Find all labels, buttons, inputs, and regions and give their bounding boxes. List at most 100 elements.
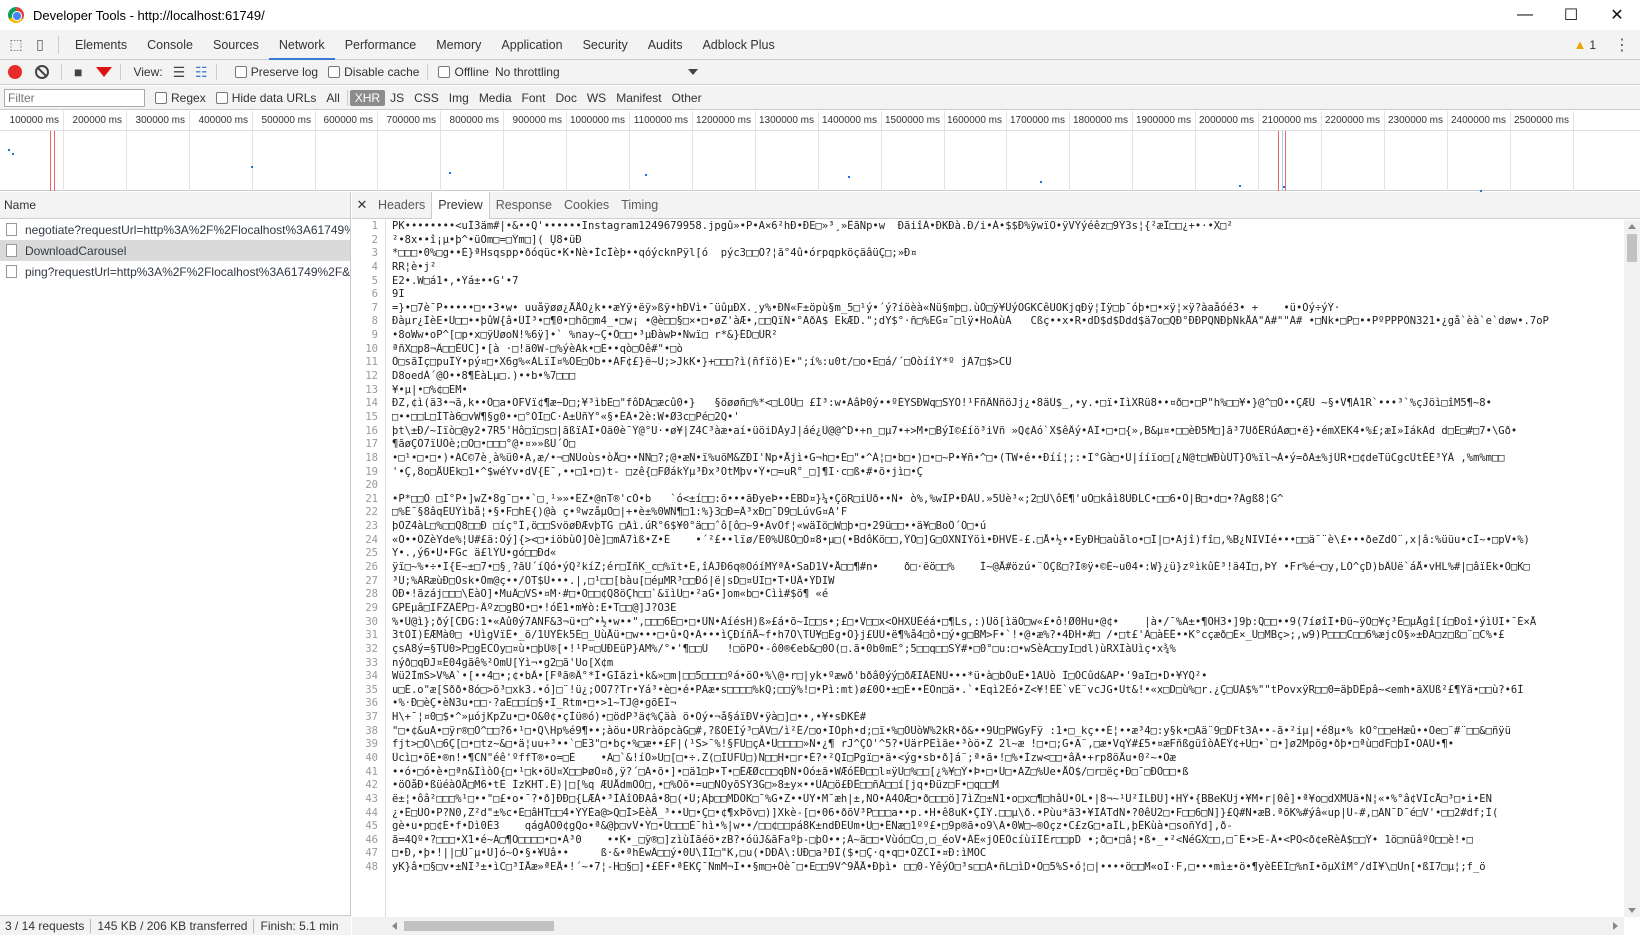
throttling-select[interactable]: No throttling — [495, 65, 560, 79]
timeline-tick-label: 1100000 ms — [633, 115, 688, 126]
preview-line: D8oedÀ´@Ö••8¶ÈàLµ□.)••b•%7□□□ — [392, 370, 576, 383]
offline-label: Offline — [454, 65, 489, 79]
tab-cookies[interactable]: Cookies — [558, 192, 615, 219]
disable-cache-checkbox[interactable] — [328, 66, 341, 78]
timeline-tick-label: 2100000 ms — [1261, 115, 1317, 126]
filter-type-manifest[interactable]: Manifest — [611, 90, 666, 106]
line-number: 40 — [365, 751, 378, 764]
preview-line: *□□□•0%□g••È}ªHsqspp•ðóqüc•K•Nè•ÌcÎèþ••q… — [392, 247, 917, 260]
minimize-button[interactable]: — — [1502, 0, 1548, 30]
preview-line: ÐZ,¢ì(ä3•¬ã,k••Ô□a•OFVï¢¶æ−D□;¥³ìbË□"fôD… — [392, 397, 1492, 410]
request-row[interactable]: negotiate?requestUrl=http%3A%2F%2Flocalh… — [0, 219, 350, 240]
line-numbers: 1 2 3 4 5 6 7 8 9 10 11 12 13 14 15 16 17 18 19 20 21 22 23 24 2… — [352, 220, 382, 875]
scroll-left-icon[interactable] — [392, 922, 397, 930]
timeline-overview[interactable]: 100000 ms 200000 ms 300000 ms 400000 ms 5000… — [0, 111, 1640, 192]
preview-line: 9I — [392, 288, 405, 301]
capture-screenshots-icon[interactable]: ■ — [74, 64, 82, 80]
vertical-scrollbar[interactable] — [1624, 220, 1640, 917]
close-details-icon[interactable]: ✕ — [352, 197, 372, 213]
scrollbar-thumb[interactable] — [404, 921, 554, 931]
offline-checkbox[interactable] — [438, 66, 451, 78]
divider — [253, 918, 255, 933]
line-number: 20 — [365, 479, 378, 492]
preview-line: Wü2ÌmS>V%Ä`•[••4□•;¢•bÂ•[Fªã®Â°*Í•GÌãzì•… — [392, 670, 1208, 683]
filter-type-doc[interactable]: Doc — [551, 90, 582, 106]
filter-input[interactable] — [4, 88, 145, 107]
large-rows-icon[interactable]: ☰ — [173, 64, 186, 81]
overview-icon[interactable]: ☷ — [195, 64, 208, 81]
filter-type-xhr[interactable]: XHR — [349, 89, 386, 106]
file-icon — [6, 244, 17, 257]
filter-icon[interactable] — [96, 67, 113, 77]
detail-tabs: ✕ Headers Preview Response Cookies Timin… — [352, 191, 1640, 219]
preview-line: □••□□L□ÌTà6□vW¶§g0••□°ÓÍ□C·Á±ÛñY°«§•ÉÂ•2… — [392, 410, 740, 423]
timeline-gridline — [818, 111, 819, 191]
preview-line: •8oWw•oP^[□p•x□ÿÜøoÑ!%6ÿ]•` %nay~Ç•Ö□□•³… — [392, 329, 778, 342]
gutter-divider — [385, 220, 386, 917]
maximize-button[interactable]: ☐ — [1548, 0, 1594, 30]
timeline-tick-label: 1900000 ms — [1135, 115, 1191, 126]
preview-line — [392, 479, 1622, 493]
divider — [346, 89, 348, 106]
preview-line: %•Ü@ì};ðý[CÐG:1•«Ãû0ý7ÃÑF&3¬ü•□^•½•w••",… — [392, 615, 1537, 628]
filter-type-other[interactable]: Other — [667, 90, 707, 106]
warnings-count: 1 — [1589, 37, 1596, 52]
divider — [427, 64, 429, 80]
filter-type-font[interactable]: Font — [517, 90, 551, 106]
panel-tabs-bar: ⬚ ▯ Elements Console Sources Network Per… — [0, 30, 1640, 60]
warning-icon: ▲ — [1573, 37, 1587, 52]
horizontal-scrollbar[interactable] — [352, 917, 1624, 935]
timeline-gridline — [1132, 111, 1133, 191]
tab-security[interactable]: Security — [573, 30, 638, 60]
tab-application[interactable]: Application — [491, 30, 572, 60]
tab-audits[interactable]: Audits — [638, 30, 693, 60]
timeline-tick-label: 200000 ms — [72, 115, 122, 126]
timeline-tick-label: 1700000 ms — [1009, 115, 1065, 126]
timeline-tick-label: 1000000 ms — [569, 115, 625, 126]
scroll-down-icon[interactable] — [1628, 908, 1636, 913]
filter-type-img[interactable]: Img — [444, 90, 474, 106]
tab-network[interactable]: Network — [268, 30, 335, 60]
request-row[interactable]: ping?requestUrl=http%3A%2F%2Flocalhost%3… — [0, 261, 350, 282]
filter-type-media[interactable]: Media — [474, 90, 517, 106]
timeline-gridline — [1447, 111, 1448, 191]
tab-adblock-plus[interactable]: Adblock Plus — [692, 30, 784, 60]
preview-content[interactable]: 1 2 3 4 5 6 7 8 9 10 11 12 13 14 15 16 17 18 19 20 21 22 23 24 2… — [352, 220, 1624, 917]
clear-button[interactable] — [35, 65, 49, 79]
timeline-tick-label: 1500000 ms — [884, 115, 940, 126]
filter-type-ws[interactable]: WS — [582, 90, 611, 106]
preview-line: "□•¢&uA•□ÿr®□Ö^□□?6•¹□•Q\Hp%é9¶••;àöu•ÜR… — [392, 724, 1511, 737]
tab-performance[interactable]: Performance — [335, 30, 427, 60]
chevron-down-icon[interactable] — [687, 69, 698, 75]
request-details: ✕ Headers Preview Response Cookies Timin… — [352, 191, 1640, 935]
filter-type-css[interactable]: CSS — [409, 90, 444, 106]
filter-type-all[interactable]: All — [321, 90, 344, 106]
scrollbar-thumb[interactable] — [1627, 234, 1637, 262]
record-button[interactable] — [8, 65, 22, 79]
tab-elements[interactable]: Elements — [65, 30, 137, 60]
tab-headers[interactable]: Headers — [372, 192, 431, 219]
line-number: 19 — [365, 465, 378, 478]
warnings-counter[interactable]: ▲ 1 — [1573, 37, 1596, 52]
timeline-gridline — [440, 111, 441, 191]
request-row-selected[interactable]: DownloadCarousel — [0, 240, 350, 261]
regex-checkbox[interactable] — [155, 91, 167, 104]
close-window-button[interactable]: ✕ — [1594, 0, 1640, 30]
device-toolbar-icon[interactable]: ▯ — [28, 30, 52, 60]
name-column-header[interactable]: Name — [0, 192, 350, 219]
tab-preview[interactable]: Preview — [431, 191, 490, 219]
preview-line: þt\±Ð/~Iïò□@y2•7R5'Hô□ï□s□|ãßïÁÎ•Óä0è¯Ý@… — [392, 424, 1518, 437]
inspect-element-icon[interactable]: ⬚ — [4, 30, 28, 60]
preview-line: PK••••••••<uÍ3äm#|•&••Q'••••••Instagram1… — [392, 220, 1233, 232]
more-options-icon[interactable]: ⋮ — [1614, 35, 1630, 55]
scroll-right-icon[interactable] — [1613, 922, 1618, 930]
hide-data-urls-checkbox[interactable] — [215, 91, 228, 104]
tab-response[interactable]: Response — [490, 192, 558, 219]
tab-sources[interactable]: Sources — [203, 30, 269, 60]
preserve-log-checkbox[interactable] — [234, 66, 247, 78]
scroll-up-icon[interactable] — [1628, 224, 1636, 229]
tab-console[interactable]: Console — [137, 30, 203, 60]
filter-type-js[interactable]: JS — [385, 90, 409, 106]
tab-timing[interactable]: Timing — [615, 192, 664, 219]
tab-memory[interactable]: Memory — [426, 30, 491, 60]
